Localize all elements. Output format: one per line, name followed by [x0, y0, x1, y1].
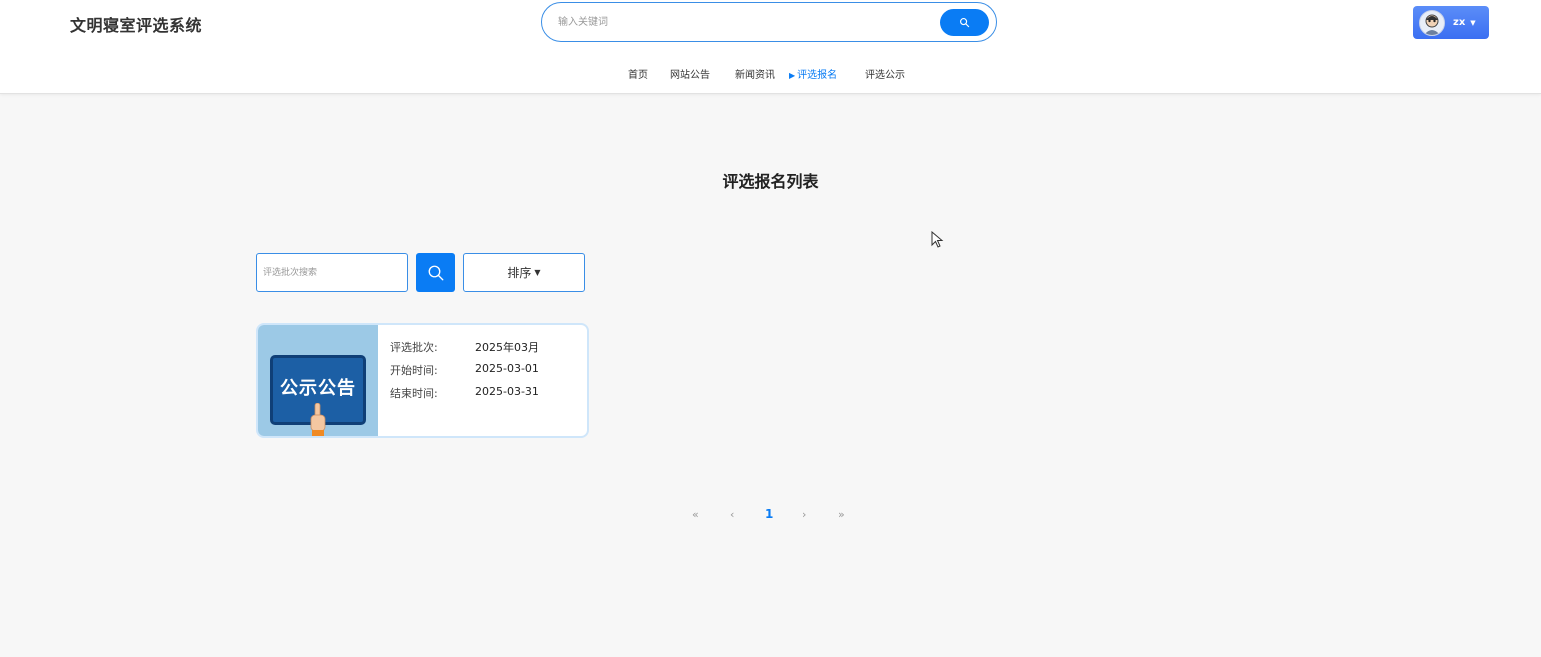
top-search-bar	[541, 2, 997, 42]
field-label: 结束时间:	[390, 387, 438, 400]
nav-item-news[interactable]: 新闻资讯	[735, 66, 775, 81]
page-next[interactable]: ›	[802, 508, 806, 521]
sort-label: 排序	[507, 266, 532, 280]
nav-item-registration[interactable]: ▶ 评选报名	[789, 66, 837, 81]
field-label: 开始时间:	[390, 364, 438, 377]
page-current[interactable]: 1	[765, 507, 773, 521]
field-value: 2025-03-31	[475, 385, 539, 398]
sort-button[interactable]: 排序 ▼	[463, 253, 585, 292]
batch-search-input[interactable]	[263, 264, 401, 282]
user-menu-button[interactable]: zx ▼	[1413, 6, 1489, 39]
page-first[interactable]: «	[692, 508, 699, 521]
nav-item-registration-label: 评选报名	[797, 70, 838, 81]
chevron-down-icon: ▼	[1470, 18, 1476, 27]
mouse-cursor-icon	[931, 231, 944, 248]
keyword-search-input[interactable]	[558, 12, 938, 32]
search-icon	[428, 265, 443, 280]
nav-item-publicity[interactable]: 评选公示	[865, 66, 905, 81]
site-logo[interactable]: 文明寝室评选系统	[70, 12, 202, 36]
pointing-hand-icon	[310, 403, 326, 436]
chevron-down-icon: ▼	[534, 268, 541, 277]
registration-card[interactable]: 公示公告 评选批次: 2025年03月 开始时间: 2025-03-01 结束时…	[256, 323, 589, 438]
card-field-batch: 评选批次: 2025年03月	[390, 339, 539, 362]
card-info: 评选批次: 2025年03月 开始时间: 2025-03-01 结束时间: 20…	[390, 339, 539, 408]
avatar	[1419, 9, 1445, 36]
page-last[interactable]: »	[838, 508, 845, 521]
pagination: « ‹ 1 › »	[0, 507, 1541, 526]
header: 文明寝室评选系统 zx ▼ 首页 网站公告 新闻资讯 ▶评选报名 评选公示	[0, 0, 1541, 94]
field-value: 2025-03-01	[475, 362, 539, 375]
top-search-button[interactable]	[940, 9, 989, 36]
search-icon	[960, 18, 970, 28]
page-prev[interactable]: ‹	[730, 508, 734, 521]
avatar-icon	[1424, 14, 1440, 35]
card-field-end: 结束时间: 2025-03-31	[390, 385, 539, 408]
field-label: 评选批次:	[390, 341, 438, 354]
page-title: 评选报名列表	[722, 172, 819, 191]
nav-item-announcements[interactable]: 网站公告	[670, 66, 710, 81]
batch-search-box	[256, 253, 408, 292]
card-image-text: 公示公告	[280, 378, 356, 399]
card-image: 公示公告	[258, 325, 378, 436]
nav-item-home[interactable]: 首页	[628, 66, 648, 81]
field-value: 2025年03月	[475, 341, 539, 354]
user-name: zx	[1453, 17, 1466, 28]
main-nav: 首页 网站公告 新闻资讯 ▶ 评选报名 评选公示	[0, 66, 1541, 82]
caret-right-icon: ▶	[789, 71, 796, 80]
card-field-start: 开始时间: 2025-03-01	[390, 362, 539, 385]
batch-search-button[interactable]	[416, 253, 455, 292]
